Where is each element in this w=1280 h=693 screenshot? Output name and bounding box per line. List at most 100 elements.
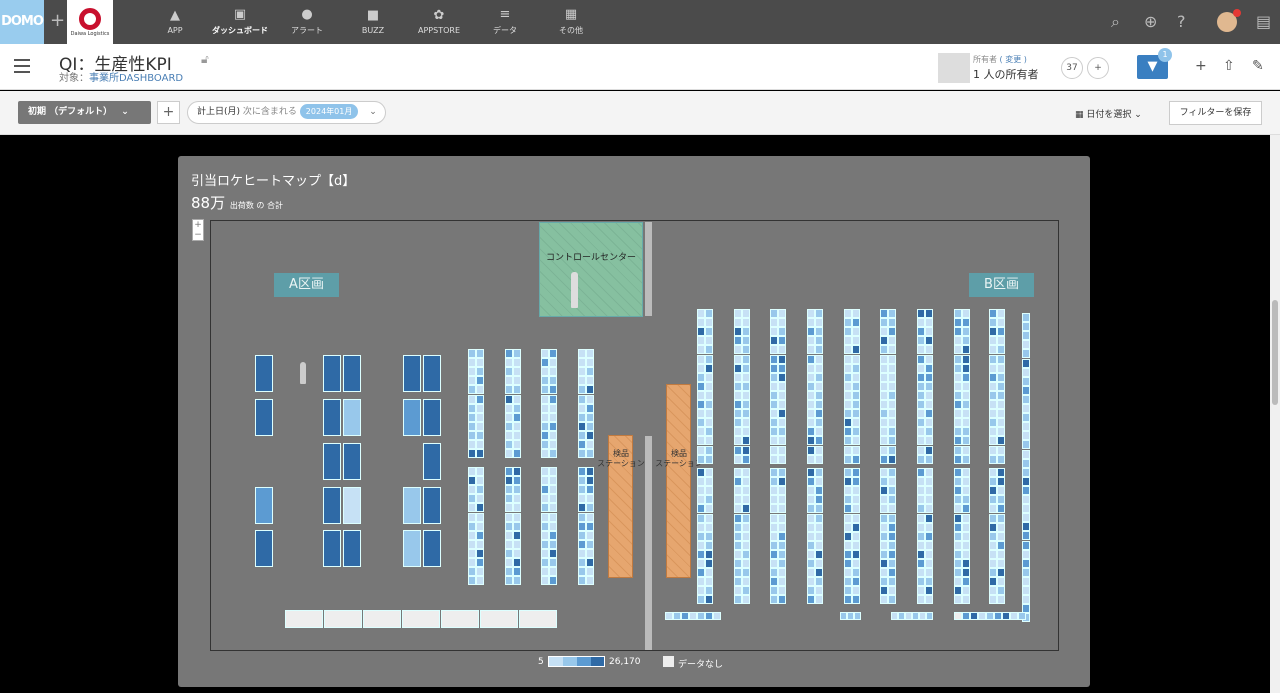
shelf-cell[interactable] — [476, 412, 484, 422]
shelf-cell[interactable] — [770, 318, 778, 328]
shelf-cell[interactable] — [1022, 458, 1030, 468]
shelf-cell[interactable] — [778, 468, 786, 477]
shelf-cell[interactable] — [505, 403, 513, 413]
shelf-cell[interactable] — [423, 399, 441, 436]
shelf-cell[interactable] — [770, 595, 778, 605]
shelf-cell[interactable] — [954, 568, 962, 578]
shelf-cell[interactable] — [925, 486, 933, 496]
shelf-cell[interactable] — [852, 586, 860, 596]
shelf-cell[interactable] — [807, 336, 815, 346]
shelf-cell[interactable] — [423, 487, 441, 524]
wrench-icon[interactable]: ✎ — [1252, 58, 1264, 74]
shelf-cell[interactable] — [844, 540, 852, 550]
shelf-cell[interactable] — [989, 486, 997, 496]
shelf-cell[interactable] — [778, 486, 786, 496]
shelf-cell[interactable] — [578, 494, 586, 504]
shelf-cell[interactable] — [1022, 349, 1030, 359]
shelf-cell[interactable] — [705, 363, 713, 373]
shelf-cell[interactable] — [807, 595, 815, 605]
shelf-cell[interactable] — [705, 540, 713, 550]
shelf-cell[interactable] — [505, 530, 513, 540]
shelf-cell[interactable] — [734, 595, 742, 605]
shelf-cell[interactable] — [989, 409, 997, 419]
shelf-cell[interactable] — [989, 454, 997, 464]
shelf-cell[interactable] — [468, 449, 476, 459]
shelf-cell[interactable] — [778, 409, 786, 419]
shelf-cell[interactable] — [505, 548, 513, 558]
shelf-cell[interactable] — [815, 327, 823, 337]
shelf-cell[interactable] — [513, 385, 521, 395]
shelf-cell[interactable] — [844, 327, 852, 337]
shelf-cell[interactable] — [505, 539, 513, 549]
shelf-cell[interactable] — [549, 485, 557, 495]
shelf-cell[interactable] — [954, 540, 962, 550]
shelf-cell[interactable] — [705, 409, 713, 419]
shelf-cell[interactable] — [513, 412, 521, 422]
shelf-cell[interactable] — [770, 454, 778, 464]
shelf-cell[interactable] — [962, 595, 970, 605]
shelf-cell[interactable] — [807, 309, 815, 318]
shelf-cell[interactable] — [815, 400, 823, 409]
shelf-cell[interactable] — [770, 486, 778, 496]
shelf-cell[interactable] — [505, 412, 513, 422]
shelf-cell[interactable] — [778, 549, 786, 559]
shelf-cell[interactable] — [954, 522, 962, 532]
shelf-cell[interactable] — [844, 345, 852, 355]
shelf-cell[interactable] — [578, 421, 586, 431]
shelf-cell[interactable] — [742, 427, 750, 437]
shelf-cell[interactable] — [549, 367, 557, 377]
shelf-cell[interactable] — [343, 443, 361, 480]
shelf-cell[interactable] — [852, 522, 860, 532]
shelf-cell[interactable] — [962, 612, 970, 620]
shelf-cell[interactable] — [770, 390, 778, 400]
shelf-cell[interactable] — [844, 595, 852, 605]
shelf-cell[interactable] — [734, 549, 742, 559]
shelf-cell[interactable] — [1022, 558, 1030, 568]
nav-buzz[interactable]: ■ BUZZ — [357, 0, 389, 44]
shelf-cell[interactable] — [925, 522, 933, 532]
shelf-cell[interactable] — [954, 345, 962, 355]
shelf-cell[interactable] — [807, 577, 815, 587]
shelf-cell[interactable] — [549, 421, 557, 431]
shelf-cell[interactable] — [770, 363, 778, 373]
shelf-cell[interactable] — [880, 400, 888, 409]
shelf-cell[interactable] — [513, 476, 521, 486]
shelf-cell[interactable] — [734, 363, 742, 373]
shelf-cell[interactable] — [505, 512, 513, 522]
shelf-cell[interactable] — [541, 421, 549, 431]
shelf-cell[interactable] — [997, 418, 1005, 428]
shelf-cell[interactable] — [852, 559, 860, 568]
shelf-cell[interactable] — [989, 309, 997, 318]
shelf-cell[interactable] — [917, 522, 925, 532]
shelf-cell[interactable] — [541, 394, 549, 404]
shelf-cell[interactable] — [880, 577, 888, 587]
shelf-cell[interactable] — [255, 399, 273, 436]
initial-filter-view-button[interactable]: 初期 （デフォルト） ⌄ — [18, 101, 151, 124]
shelf-cell[interactable] — [925, 513, 933, 523]
shelf-cell[interactable] — [925, 400, 933, 409]
shelf-cell[interactable] — [844, 400, 852, 409]
shelf-cell[interactable] — [880, 327, 888, 337]
shelf-cell[interactable] — [476, 567, 484, 577]
shelf-cell[interactable] — [586, 430, 594, 440]
shelf-cell[interactable] — [541, 567, 549, 577]
shelf-cell[interactable] — [705, 381, 713, 391]
shelf-cell[interactable] — [954, 327, 962, 337]
shelf-cell[interactable] — [880, 363, 888, 373]
shelf-cell[interactable] — [734, 390, 742, 400]
shelf-cell[interactable] — [852, 327, 860, 337]
shelf-cell[interactable] — [807, 436, 815, 446]
shelf-cell[interactable] — [880, 540, 888, 550]
shelf-cell[interactable] — [549, 494, 557, 504]
shelf-cell[interactable] — [513, 548, 521, 558]
shelf-cell[interactable] — [888, 445, 896, 455]
shelf-cell[interactable] — [541, 512, 549, 522]
shelf-cell[interactable] — [468, 503, 476, 513]
card-title[interactable]: 引当ロケヒートマップ【d】 — [191, 170, 355, 189]
shelf-cell[interactable] — [844, 549, 852, 559]
shelf-cell[interactable] — [1022, 358, 1030, 368]
shelf-cell[interactable] — [962, 327, 970, 337]
shelf-cell[interactable] — [705, 513, 713, 523]
shelf-cell[interactable] — [1022, 313, 1030, 322]
shelf-cell[interactable] — [255, 530, 273, 567]
